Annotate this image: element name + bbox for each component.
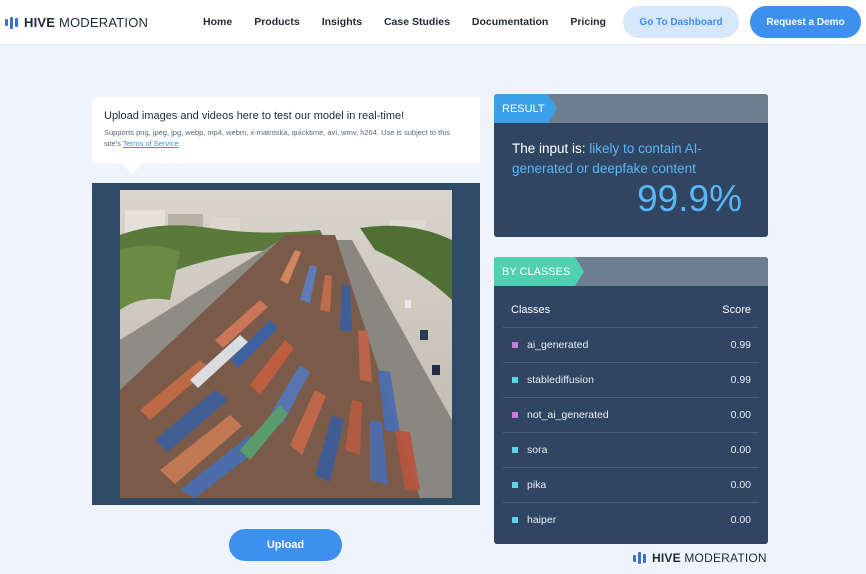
go-to-dashboard-button[interactable]: Go To Dashboard [623,6,739,38]
footer-brand-light: MODERATION [680,551,767,565]
logo-brand-light: MODERATION [55,15,149,30]
footer-brand-bold: HIVE [652,551,681,565]
nav-link-insights[interactable]: Insights [322,16,362,28]
hive-logo-icon [5,16,18,29]
class-name: pika [527,479,547,491]
class-score: 0.99 [730,374,751,386]
hive-logo-icon [633,552,646,564]
by-classes-tag: BY CLASSES [494,257,584,286]
nav-link-documentation[interactable]: Documentation [472,16,548,28]
upload-info-card: Upload images and videos here to test ou… [92,97,480,175]
result-prefix: The input is: [512,141,590,156]
class-color-swatch [512,482,518,488]
table-row: ai_generated 0.99 [503,327,759,362]
class-score: 0.00 [730,479,751,491]
result-verdict: The input is: likely to contain AI-gener… [512,139,752,179]
class-color-swatch [512,342,518,348]
class-score: 0.00 [730,444,751,456]
class-color-swatch [512,412,518,418]
upload-subtitle: Supports png, jpeg, jpg, webp, mp4, webm… [104,128,450,148]
nav-links: Home Products Insights Case Studies Docu… [203,16,628,28]
class-score: 0.99 [730,339,751,351]
classes-table: ai_generated 0.99 stablediffusion 0.99 n… [503,327,759,537]
table-row: pika 0.00 [503,467,759,502]
table-row: sora 0.00 [503,432,759,467]
class-score: 0.00 [730,514,751,526]
top-nav: HIVE MODERATION Home Products Insights C… [0,0,866,45]
uploaded-image [120,190,452,498]
class-color-swatch [512,517,518,523]
table-row: haiper 0.00 [503,502,759,537]
classes-column-header: Classes [511,304,551,316]
image-preview-panel [92,183,480,505]
logo-brand-bold: HIVE [24,15,56,30]
request-demo-button[interactable]: Request a Demo [750,6,861,38]
table-row: stablediffusion 0.99 [503,362,759,397]
result-card: RESULT The input is: likely to contain A… [494,94,768,237]
terms-of-service-link[interactable]: Terms of Service [123,139,179,148]
class-name: sora [527,444,548,456]
hive-logo[interactable]: HIVE MODERATION [5,15,148,30]
score-column-header: Score [722,304,751,316]
nav-link-products[interactable]: Products [254,16,300,28]
nav-link-case-studies[interactable]: Case Studies [384,16,450,28]
upload-button[interactable]: Upload [229,529,342,561]
classes-table-header: Classes Score [511,304,751,316]
result-tag: RESULT [494,94,557,123]
footer-hive-logo[interactable]: HIVE MODERATION [633,551,767,565]
class-name: stablediffusion [527,374,594,386]
class-score: 0.00 [730,409,751,421]
upload-title: Upload images and videos here to test ou… [104,110,405,122]
class-color-swatch [512,447,518,453]
class-name: not_ai_generated [527,409,609,421]
class-name: ai_generated [527,339,589,351]
class-name: haiper [527,514,557,526]
nav-link-home[interactable]: Home [203,16,232,28]
table-row: not_ai_generated 0.00 [503,397,759,432]
nav-link-pricing[interactable]: Pricing [570,16,606,28]
class-color-swatch [512,377,518,383]
result-percentage: 99.9% [637,178,742,219]
classes-card: BY CLASSES Classes Score ai_generated 0.… [494,257,768,544]
